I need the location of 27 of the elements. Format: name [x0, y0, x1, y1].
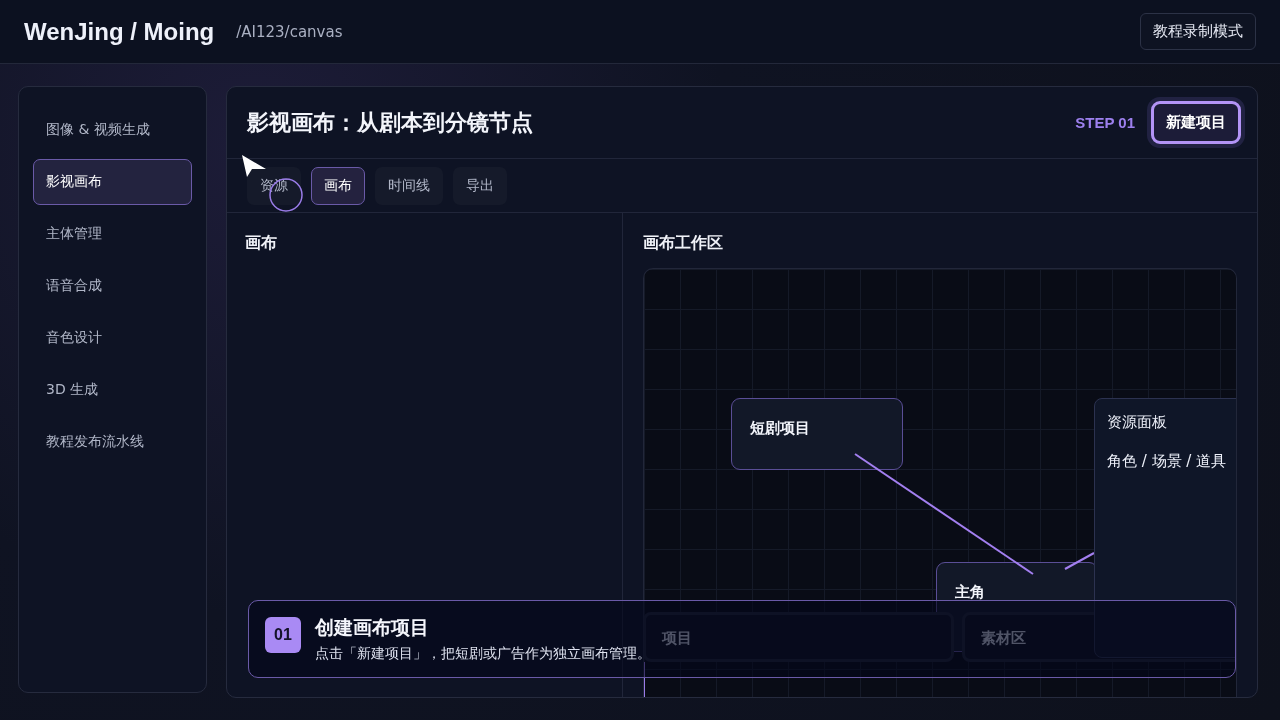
sidebar-item[interactable]: 语音合成: [33, 263, 192, 309]
sidebar-item[interactable]: 3D 生成: [33, 367, 192, 413]
sidebar-item[interactable]: 图像 & 视频生成: [33, 107, 192, 153]
sidebar-item[interactable]: 音色设计: [33, 315, 192, 361]
resource-panel-title: 资源面板: [1107, 413, 1168, 432]
breadcrumb-path: /AI123/canvas: [236, 22, 343, 41]
connector-line: [1064, 552, 1095, 570]
step-label: STEP 01: [1075, 114, 1135, 131]
brand-title: WenJing / Moing: [24, 17, 215, 46]
cursor-icon: [241, 154, 267, 178]
panel-title: 画布工作区: [643, 233, 724, 254]
sidebar-item[interactable]: 教程发布流水线: [33, 419, 192, 465]
toast-title: 创建画布项目: [315, 615, 430, 640]
tab[interactable]: 资源: [247, 166, 301, 205]
sidebar-item[interactable]: 主体管理: [33, 211, 192, 257]
new-project-button[interactable]: 新建项目: [1151, 101, 1241, 144]
panel-title: 画布: [245, 233, 278, 254]
tab[interactable]: 时间线: [375, 166, 443, 205]
recording-mode-button[interactable]: 教程录制模式: [1140, 13, 1256, 50]
sidebar-item[interactable]: 影视画布: [33, 159, 192, 205]
tab[interactable]: 导出: [453, 166, 507, 205]
page-title: 影视画布：从剧本到分镜节点: [247, 108, 534, 137]
step-number-badge: 01: [265, 617, 301, 653]
canvas-node[interactable]: 短剧项目: [731, 398, 903, 470]
tab[interactable]: 画布: [311, 166, 365, 205]
resource-categories: 角色 / 场景 / 道具: [1107, 452, 1228, 471]
canvas-card: 项目: [644, 612, 954, 662]
